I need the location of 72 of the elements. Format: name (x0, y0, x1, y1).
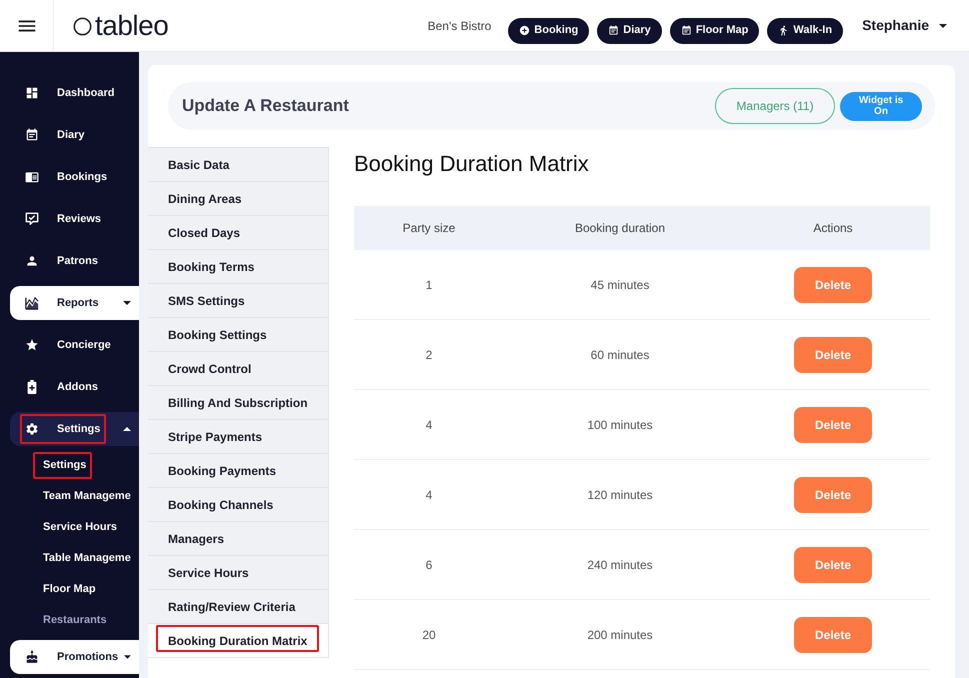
column-header: Booking duration (574, 221, 666, 235)
settings-icon (25, 422, 39, 436)
submenu-link[interactable]: Settings (33, 452, 92, 479)
settings-tab[interactable]: Rating/Review Criteria (148, 590, 328, 623)
table-cell: 1 (426, 278, 432, 292)
sidebar-item[interactable]: Settings (10, 412, 139, 446)
user-menu[interactable]: Stephanie (862, 15, 947, 36)
battery-plus-icon (25, 380, 39, 394)
calendar-icon (25, 128, 39, 142)
table-cell: 240 minutes (587, 558, 653, 572)
sidebar-item[interactable]: Dashboard (10, 76, 139, 110)
restaurant-name: Ben's Bistro (428, 18, 492, 34)
settings-tab[interactable]: Billing And Subscription (148, 386, 328, 419)
section-title: Booking Duration Matrix (354, 150, 590, 178)
calendar-icon (680, 25, 692, 36)
logo-ring-icon (73, 17, 92, 36)
cake-icon (25, 650, 39, 664)
calendar-icon (608, 25, 620, 36)
table-cell: 45 minutes (590, 278, 650, 292)
table-cell: 6 (426, 558, 432, 572)
quick-action-button[interactable]: Walk-In (767, 18, 844, 44)
sidebar-item[interactable]: Diary (10, 118, 139, 152)
settings-tab[interactable]: Service Hours (148, 556, 328, 589)
column-header: Party size (402, 221, 456, 235)
settings-tab[interactable]: Booking Terms (148, 250, 328, 283)
settings-tab[interactable]: Basic Data (148, 148, 328, 181)
settings-tab[interactable]: Closed Days (148, 216, 328, 249)
caret-down-icon (939, 24, 947, 28)
area-chart-icon (25, 296, 39, 310)
page-title: Update A Restaurant (182, 95, 349, 118)
settings-tab[interactable]: Booking Payments (148, 454, 328, 487)
sidebar-item[interactable]: Promotions (10, 640, 139, 674)
table-cell: 200 minutes (587, 628, 653, 642)
sidebar-item[interactable]: Reports (10, 286, 139, 320)
sidebar-item[interactable]: Concierge (10, 328, 139, 362)
table-cell: 4 (426, 488, 432, 502)
table-cell: 20 (422, 628, 436, 642)
table-cell: 2 (426, 348, 432, 362)
table-cell: 4 (426, 418, 432, 432)
submenu-link[interactable]: Service Hours (43, 519, 117, 536)
quick-action-button[interactable]: Booking (508, 18, 590, 44)
sidebar-item[interactable]: Reviews (10, 202, 139, 236)
star-icon (25, 338, 39, 352)
settings-tab[interactable]: Booking Channels (148, 488, 328, 521)
settings-tab[interactable]: Managers (148, 522, 328, 555)
sidebar-item[interactable]: Patrons (10, 244, 139, 278)
card-icon (25, 170, 39, 184)
quick-action-button[interactable]: Diary (597, 18, 662, 44)
sidebar-item[interactable]: Addons (10, 370, 139, 404)
table-cell: 120 minutes (587, 488, 653, 502)
table-cell: 60 minutes (590, 348, 650, 362)
brand-logo-text: tableo (95, 12, 168, 40)
submenu-link[interactable]: Table Manageme (43, 550, 131, 567)
settings-tab[interactable]: Crowd Control (148, 352, 328, 385)
settings-tab[interactable]: SMS Settings (148, 284, 328, 317)
settings-tab[interactable]: Stripe Payments (148, 420, 328, 453)
grid-icon (25, 86, 39, 100)
caret-down-icon (124, 655, 131, 659)
submenu-link[interactable]: Floor Map (43, 581, 96, 598)
caret-up-icon (123, 427, 131, 431)
caret-down-icon (123, 301, 131, 305)
person-icon (25, 254, 39, 268)
submenu-link[interactable]: Team Manageme (43, 488, 131, 505)
table-cell: 100 minutes (587, 418, 653, 432)
chat-check-icon (25, 212, 39, 226)
settings-tab[interactable]: Booking Settings (148, 318, 328, 351)
sidebar-item[interactable]: Bookings (10, 160, 139, 194)
quick-action-button[interactable]: Floor Map (670, 18, 760, 44)
column-header: Actions (813, 221, 853, 235)
submenu-link[interactable]: Restaurants (43, 612, 107, 629)
walking-person-icon (778, 25, 790, 36)
settings-tab[interactable]: Dining Areas (148, 182, 328, 215)
